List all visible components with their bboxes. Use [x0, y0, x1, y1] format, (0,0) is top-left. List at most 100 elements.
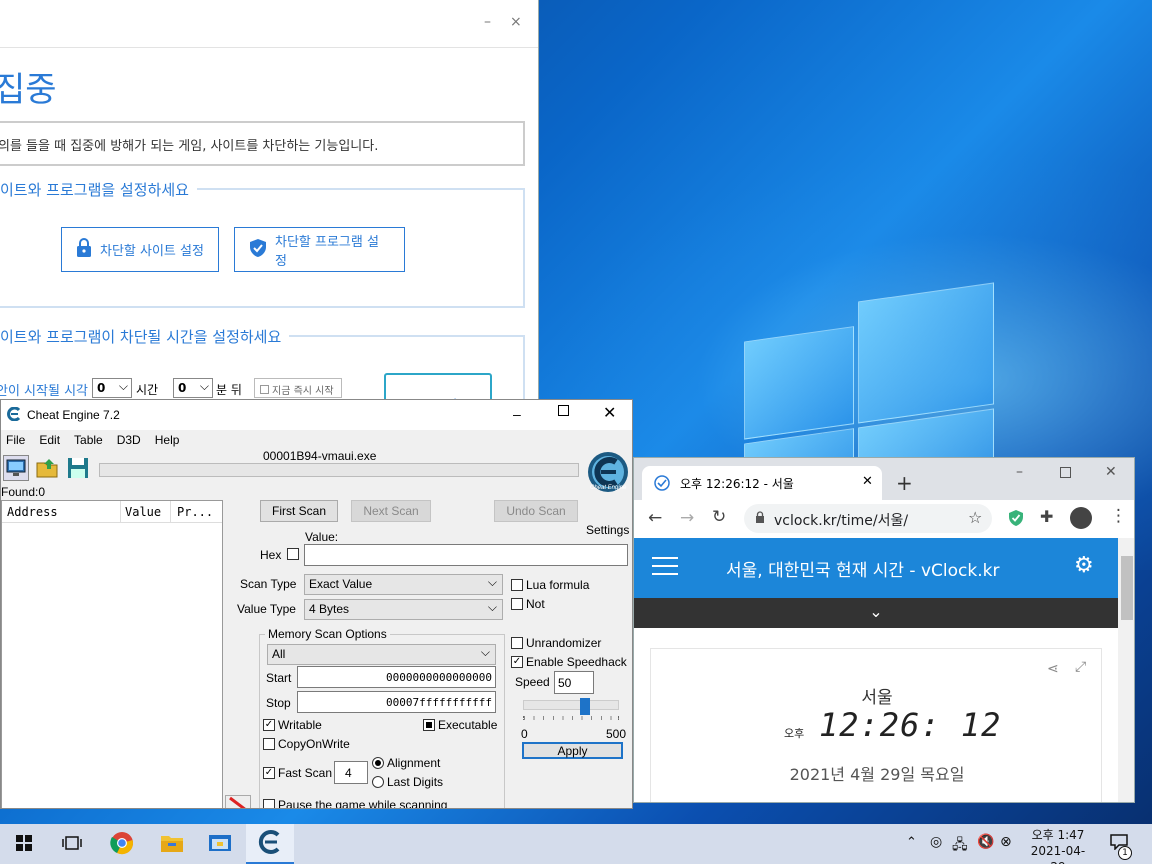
fullscreen-icon[interactable]: ⤢: [1075, 659, 1086, 675]
tab-close-icon[interactable]: ✕: [862, 474, 873, 489]
system-clock[interactable]: 오후 1:47 2021-04-29: [1026, 827, 1090, 864]
reload-icon[interactable]: ↻: [712, 507, 726, 527]
volume-muted-icon[interactable]: 🔇: [977, 834, 994, 864]
unrandomizer-checkbox[interactable]: Unrandomizer: [511, 636, 601, 650]
menu-file[interactable]: File: [6, 433, 25, 447]
hamburger-menu-icon[interactable]: [652, 557, 678, 575]
menu-d3d[interactable]: D3D: [117, 433, 141, 447]
value-input[interactable]: [304, 544, 628, 566]
speedhack-checkbox[interactable]: ✓ Enable Speedhack: [511, 655, 627, 669]
scan-type-select[interactable]: Exact Value: [304, 574, 503, 595]
expand-bar[interactable]: ⌄: [634, 598, 1118, 628]
taskbar-app-window[interactable]: [196, 824, 244, 864]
minimize-button[interactable]: –: [484, 14, 491, 30]
not-checkbox[interactable]: Not: [511, 597, 545, 611]
start-time-label: 안이 시작될 시각: [0, 384, 88, 399]
forward-arrow-icon[interactable]: →: [680, 508, 694, 528]
ime-icon[interactable]: ◎: [930, 834, 942, 864]
column-previous[interactable]: Pr...: [170, 501, 213, 523]
clock-card: ⋖ ⤢ 서울 오후 12:26: 12 2021년 4월 29일 목요일: [650, 648, 1102, 802]
minute-select[interactable]: 0 ⌵: [173, 378, 213, 398]
close-button[interactable]: ✕: [1105, 464, 1117, 480]
fast-scan-checkbox[interactable]: ✓ Fast Scan: [263, 766, 332, 780]
menu-help[interactable]: Help: [155, 433, 180, 447]
taskbar-chrome[interactable]: [98, 824, 146, 864]
speed-slider-thumb[interactable]: [580, 698, 591, 715]
show-hidden-icons[interactable]: ⌃: [906, 835, 917, 864]
taskbar-cheat-engine[interactable]: [246, 824, 294, 864]
fast-scan-input[interactable]: 4: [334, 761, 368, 784]
writable-checkbox[interactable]: ✓ Writable: [263, 718, 322, 732]
floppy-disk-icon: [65, 458, 91, 484]
more-menu-icon[interactable]: ⋮: [1110, 506, 1127, 526]
minimize-button[interactable]: –: [513, 406, 521, 422]
alignment-radio[interactable]: Alignment: [372, 756, 440, 770]
notification-badge: 1: [1118, 846, 1132, 860]
start-now-checkbox[interactable]: 지금 즉시 시작: [254, 378, 342, 398]
value-type-select[interactable]: 4 Bytes: [304, 599, 503, 620]
maximize-button[interactable]: [558, 405, 569, 416]
set-time-button[interactable]: ◷ 시간: [384, 373, 492, 402]
task-view-button[interactable]: [48, 824, 96, 864]
open-table-button[interactable]: [35, 455, 61, 481]
last-digits-radio[interactable]: Last Digits: [372, 775, 443, 789]
stop-address-input[interactable]: 00007fffffffffff: [297, 691, 496, 713]
bookmark-star-icon[interactable]: ☆: [968, 508, 982, 527]
scan-type-value: Exact Value: [309, 577, 373, 591]
column-value[interactable]: Value: [120, 501, 161, 523]
speed-input[interactable]: 50: [554, 671, 594, 694]
lua-formula-checkbox[interactable]: Lua formula: [511, 578, 589, 592]
hour-select[interactable]: 0 ⌵: [92, 378, 132, 398]
open-process-button[interactable]: [3, 455, 29, 481]
radio-selected: [372, 757, 384, 769]
share-icon[interactable]: ⋖: [1047, 661, 1059, 677]
network-icon[interactable]: 🖧: [952, 834, 968, 864]
address-bar[interactable]: vclock.kr/time/서울/: [744, 504, 992, 533]
pause-game-checkbox[interactable]: Pause the game while scanning: [263, 798, 447, 808]
menu-table[interactable]: Table: [74, 433, 103, 447]
taskbar-file-explorer[interactable]: [148, 824, 196, 864]
close-button[interactable]: ×: [510, 14, 522, 30]
start-button[interactable]: [0, 824, 48, 864]
scrollbar-thumb[interactable]: [1121, 556, 1133, 620]
menu-edit[interactable]: Edit: [39, 433, 60, 447]
close-button[interactable]: ✕: [603, 403, 616, 423]
chevron-down-icon: ⌵: [118, 379, 128, 393]
next-scan-button[interactable]: Next Scan: [351, 500, 431, 522]
speed-slider-track[interactable]: [523, 700, 619, 710]
adguard-shield-icon[interactable]: [1008, 509, 1024, 530]
hex-checkbox[interactable]: [287, 548, 299, 560]
undo-scan-button[interactable]: Undo Scan: [494, 500, 578, 522]
new-tab-button[interactable]: +: [896, 471, 913, 495]
notification-center[interactable]: 1: [1110, 834, 1132, 864]
first-scan-button[interactable]: First Scan: [260, 500, 338, 522]
region-select[interactable]: All: [267, 644, 496, 665]
back-arrow-icon[interactable]: ←: [648, 508, 662, 528]
column-address[interactable]: Address: [7, 505, 58, 519]
extensions-puzzle-icon[interactable]: ✚: [1040, 507, 1053, 526]
clear-list-button[interactable]: [225, 795, 251, 808]
copy-on-write-checkbox[interactable]: CopyOnWrite: [263, 737, 350, 751]
checkbox-box: [511, 598, 523, 610]
settings-link[interactable]: Settings: [586, 523, 629, 537]
last-digits-label: Last Digits: [387, 775, 444, 789]
block-program-button[interactable]: 차단할 프로그램 설정: [234, 227, 405, 272]
profile-avatar-icon[interactable]: [1070, 507, 1092, 529]
minimize-button[interactable]: –: [1016, 464, 1023, 480]
tab-title: 오후 12:26:12 - 서울: [680, 477, 794, 491]
page-scrollbar[interactable]: [1118, 538, 1134, 802]
scan-type-label: Scan Type: [240, 577, 297, 591]
apply-button[interactable]: Apply: [522, 742, 623, 759]
start-address-input[interactable]: 0000000000000000: [297, 666, 496, 688]
gear-icon[interactable]: ⚙: [1074, 553, 1094, 578]
executable-checkbox[interactable]: Executable: [423, 718, 497, 732]
focus-app-window: – × 집중 의를 들을 때 집중에 방해가 되는 게임, 사이트를 차단하는 …: [0, 0, 539, 402]
clock-date: 2021-04-29: [1030, 844, 1086, 864]
save-table-button[interactable]: [65, 455, 91, 481]
speed-label: Speed: [515, 675, 550, 689]
maximize-button[interactable]: [1060, 467, 1071, 478]
results-list[interactable]: Address Value Pr...: [1, 500, 223, 808]
block-site-button[interactable]: 차단할 사이트 설정: [61, 227, 219, 272]
browser-tab[interactable]: 오후 12:26:12 - 서울 ✕: [642, 466, 882, 500]
no-network-icon[interactable]: ⊗: [1000, 834, 1012, 864]
